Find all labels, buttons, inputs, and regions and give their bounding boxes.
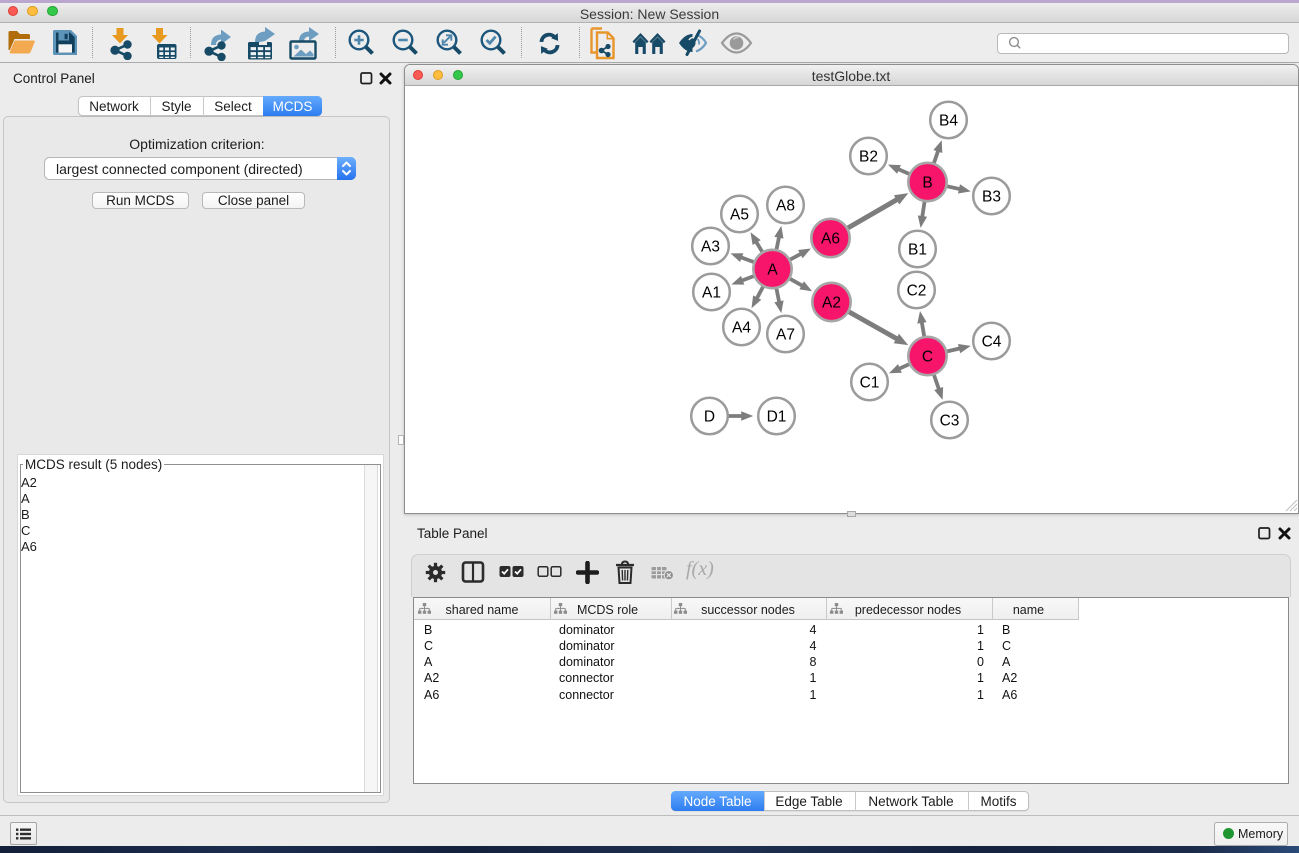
svg-text:B: B	[922, 175, 932, 192]
svg-text:C4: C4	[981, 334, 1001, 351]
svg-text:B2: B2	[859, 149, 878, 166]
svg-text:A7: A7	[776, 327, 795, 344]
svg-text:A4: A4	[732, 320, 751, 337]
svg-text:A2: A2	[822, 295, 841, 312]
svg-text:D1: D1	[766, 409, 786, 426]
svg-text:C3: C3	[939, 413, 959, 430]
svg-text:D: D	[703, 409, 714, 426]
svg-text:B1: B1	[908, 242, 927, 259]
svg-text:B4: B4	[939, 113, 958, 130]
svg-text:A5: A5	[730, 207, 749, 224]
svg-text:A6: A6	[821, 231, 840, 248]
svg-text:C: C	[921, 349, 932, 366]
svg-text:A3: A3	[701, 239, 720, 256]
svg-text:A: A	[767, 262, 778, 279]
svg-text:A8: A8	[776, 198, 795, 215]
svg-text:A1: A1	[702, 285, 721, 302]
svg-text:C1: C1	[859, 375, 879, 392]
svg-text:B3: B3	[982, 189, 1001, 206]
svg-text:C2: C2	[906, 283, 926, 300]
